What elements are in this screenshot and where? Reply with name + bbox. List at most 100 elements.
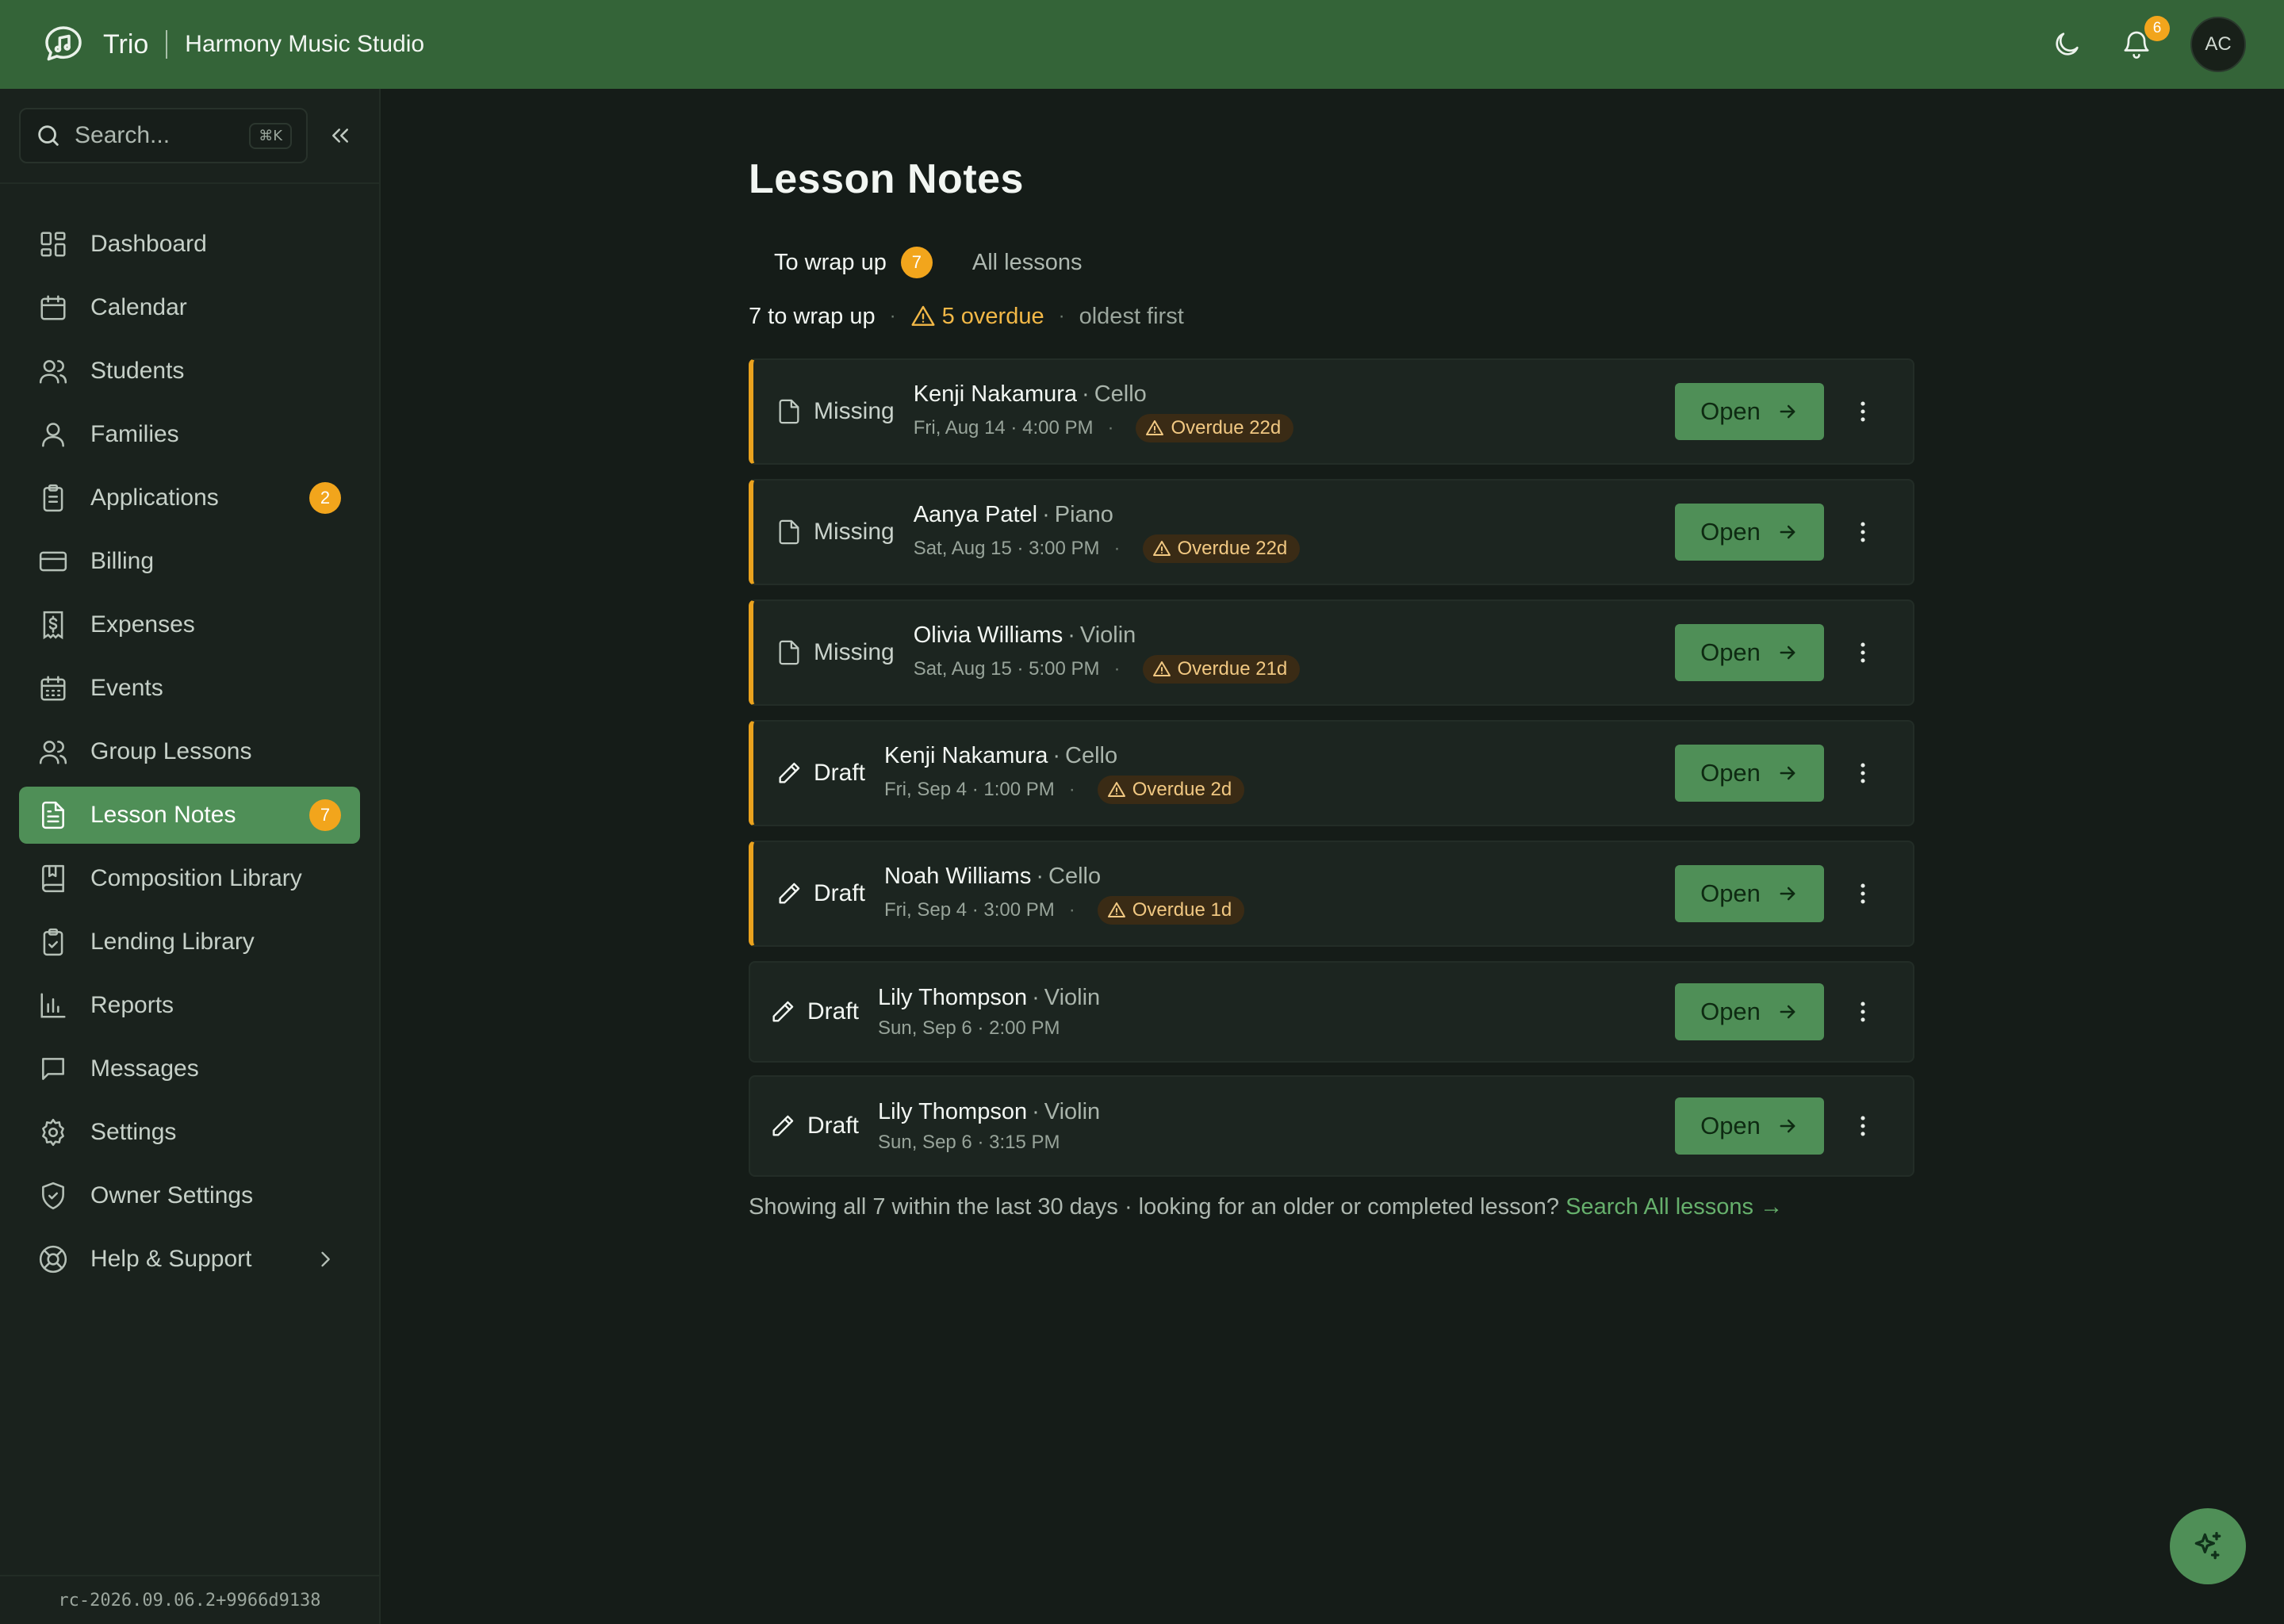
status-label: Draft [807,1113,860,1139]
sidebar-item-calendar[interactable]: Calendar [19,279,360,336]
lesson-status: Draft [776,760,865,787]
sidebar-item-families[interactable]: Families [19,406,360,463]
sidebar-item-lesson-notes[interactable]: Lesson Notes 7 [19,787,360,844]
open-button[interactable]: Open [1675,383,1824,440]
lesson-notes-count-badge: 7 [309,799,341,831]
pencil-icon [776,760,803,787]
more-options-icon[interactable] [1849,998,1876,1025]
sidebar-item-dashboard[interactable]: Dashboard [19,216,360,273]
open-button[interactable]: Open [1675,983,1824,1040]
sidebar-item-label: Lesson Notes [90,802,236,828]
student-name[interactable]: Lily Thompson [878,985,1027,1011]
sidebar-nav: Dashboard Calendar Students Families App… [0,184,379,1288]
more-options-icon[interactable] [1849,880,1876,907]
dashboard-icon [38,229,68,259]
lesson-row[interactable]: Missing Olivia Williams · Violin Sat, Au… [749,599,1914,706]
open-button-label: Open [1700,998,1761,1025]
open-button[interactable]: Open [1675,1097,1824,1155]
collapse-sidebar-icon[interactable] [328,124,352,147]
separator-dot: · [1058,305,1065,327]
sidebar-item-expenses[interactable]: Expenses [19,596,360,653]
sidebar-item-settings[interactable]: Settings [19,1104,360,1161]
sidebar-item-label: Composition Library [90,865,302,891]
brand[interactable]: Trio Harmony Music Studio [41,22,424,67]
lesson-info: Aanya Patel · Piano Sat, Aug 15 · 3:00 P… [914,502,1301,563]
bell-icon[interactable]: 6 [2121,16,2170,60]
search-box[interactable]: ⌘K [19,108,308,163]
instrument: Violin [1044,984,1101,1010]
ai-assistant-button[interactable] [2170,1508,2246,1584]
separator-dot: · [1032,1098,1040,1124]
sparkles-icon [2190,1529,2225,1564]
notes-icon [38,800,68,830]
sidebar-item-applications[interactable]: Applications 2 [19,469,360,527]
tab-to-wrap-up[interactable]: To wrap up 7 [774,247,933,278]
overdue-label: Overdue 21d [1177,657,1288,680]
overdue-badge: Overdue 21d [1142,654,1301,684]
open-button[interactable]: Open [1675,504,1824,561]
more-options-icon[interactable] [1849,519,1876,546]
tabs: To wrap up 7 All lessons [749,243,1914,282]
sidebar-item-billing[interactable]: Billing [19,533,360,590]
sidebar-item-lending-library[interactable]: Lending Library [19,914,360,971]
more-options-icon[interactable] [1849,398,1876,425]
lesson-row[interactable]: Draft Kenji Nakamura · Cello Fri, Sep 4 … [749,720,1914,826]
open-button[interactable]: Open [1675,624,1824,681]
overdue-badge: Overdue 1d [1097,895,1245,925]
tab-count-badge: 7 [900,247,933,278]
sidebar-item-composition-library[interactable]: Composition Library [19,850,360,907]
sidebar-item-label: Owner Settings [90,1182,254,1208]
lesson-status: Missing [776,398,895,425]
overdue-label: Overdue 2d [1132,778,1232,800]
lesson-datetime: Fri, Sep 4 · 1:00 PM [884,778,1055,800]
lesson-row[interactable]: Draft Lily Thompson · Violin Sun, Sep 6 … [749,1075,1914,1177]
sidebar-item-help-support[interactable]: Help & Support [19,1231,360,1288]
arrow-right-icon [1776,521,1799,543]
search-all-lessons-link[interactable]: Search All lessons → [1565,1194,1783,1220]
tab-label: To wrap up [774,249,887,275]
sidebar: ⌘K Dashboard Calendar Students Families … [0,89,381,1624]
separator-dot: · [1036,863,1044,889]
student-name[interactable]: Kenji Nakamura [884,743,1048,769]
lesson-status: Draft [769,998,859,1025]
sidebar-item-owner-settings[interactable]: Owner Settings [19,1167,360,1224]
sidebar-item-students[interactable]: Students [19,343,360,400]
lesson-row[interactable]: Missing Kenji Nakamura · Cello Fri, Aug … [749,358,1914,465]
lesson-status: Missing [776,519,895,546]
open-button-label: Open [1700,879,1761,907]
open-button[interactable]: Open [1675,745,1824,802]
student-name[interactable]: Aanya Patel [914,502,1037,528]
more-options-icon[interactable] [1849,1113,1876,1139]
top-bar: Trio Harmony Music Studio 6 AC [0,0,2284,89]
main-content: Lesson Notes To wrap up 7 All lessons 7 … [749,89,1914,1220]
student-name[interactable]: Kenji Nakamura [914,381,1077,408]
more-options-icon[interactable] [1849,760,1876,787]
search-input[interactable] [73,121,235,150]
open-button-label: Open [1700,759,1761,787]
student-name[interactable]: Lily Thompson [878,1099,1027,1125]
lesson-info: Lily Thompson · Violin Sun, Sep 6 · 3:15… [878,1099,1100,1154]
avatar[interactable]: AC [2190,17,2246,72]
student-name[interactable]: Olivia Williams [914,622,1063,649]
sidebar-item-messages[interactable]: Messages [19,1040,360,1097]
message-icon [38,1054,68,1084]
chat-music-logo-icon [41,22,86,67]
more-options-icon[interactable] [1849,639,1876,666]
summary-bar: 7 to wrap up · 5 overdue · oldest first [749,300,1914,333]
sidebar-item-group-lessons[interactable]: Group Lessons [19,723,360,780]
tab-all-lessons[interactable]: All lessons [972,250,1083,276]
chevron-right-icon [314,1248,336,1270]
student-name[interactable]: Noah Williams [884,864,1031,890]
lesson-row[interactable]: Draft Noah Williams · Cello Fri, Sep 4 ·… [749,841,1914,947]
open-button-label: Open [1700,1112,1761,1139]
lesson-row[interactable]: Missing Aanya Patel · Piano Sat, Aug 15 … [749,479,1914,585]
studio-name: Harmony Music Studio [185,31,425,57]
open-button[interactable]: Open [1675,865,1824,922]
credit-card-icon [38,546,68,576]
calendar-grid-icon [38,673,68,703]
lesson-row[interactable]: Draft Lily Thompson · Violin Sun, Sep 6 … [749,961,1914,1063]
file-icon [776,519,803,546]
moon-icon[interactable] [2051,29,2083,60]
sidebar-item-reports[interactable]: Reports [19,977,360,1034]
sidebar-item-events[interactable]: Events [19,660,360,717]
